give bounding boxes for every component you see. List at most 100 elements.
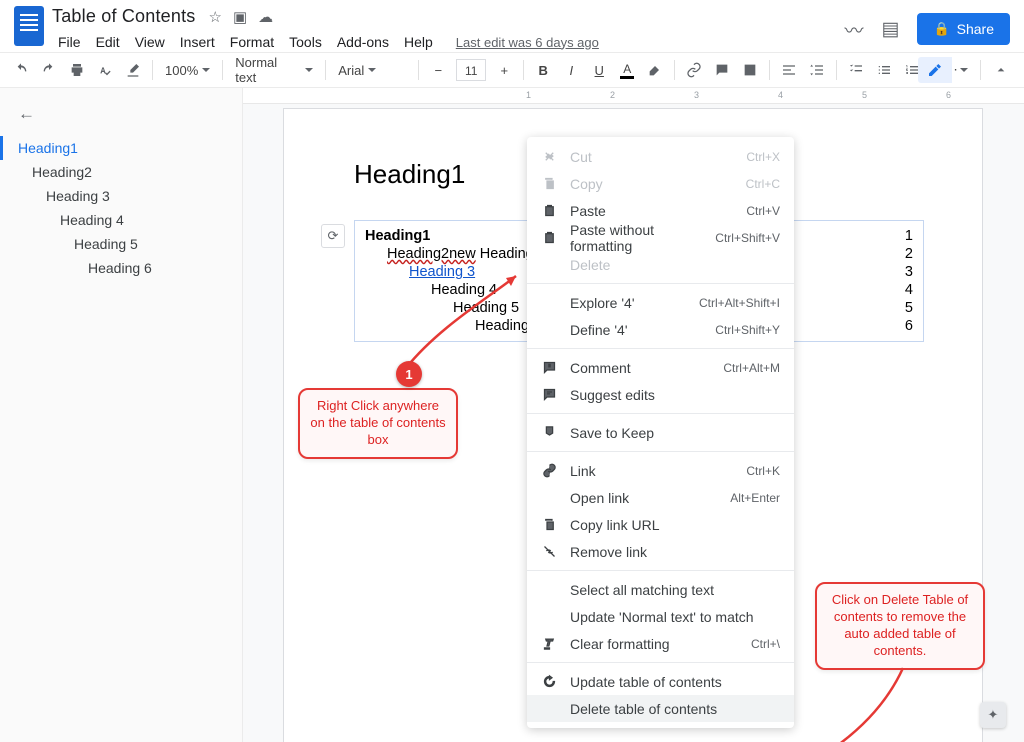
star-icon[interactable]: ☆ xyxy=(209,8,222,26)
context-menu-item[interactable]: Define '4'Ctrl+Shift+Y xyxy=(527,316,794,343)
comment-icon xyxy=(541,360,557,376)
copylink-icon xyxy=(541,517,557,533)
refresh-icon xyxy=(541,674,557,690)
toc-refresh-icon[interactable]: ⟳ xyxy=(321,224,345,248)
cut-icon xyxy=(541,149,557,165)
line-spacing-button[interactable] xyxy=(804,57,830,83)
menu-help[interactable]: Help xyxy=(398,31,439,53)
editing-mode-dropdown[interactable] xyxy=(955,57,973,83)
italic-button[interactable]: I xyxy=(558,57,584,83)
context-menu-item[interactable]: Link Ctrl+K xyxy=(527,457,794,484)
comment-history-icon[interactable]: ▤ xyxy=(882,18,900,41)
outline-item[interactable]: Heading 6 xyxy=(18,256,224,280)
font-size-increase-button[interactable]: + xyxy=(491,57,517,83)
context-menu-label: Paste xyxy=(570,203,733,219)
outline-item[interactable]: Heading 3 xyxy=(18,184,224,208)
context-menu-item[interactable]: Delete table of contents xyxy=(527,695,794,722)
font-dropdown[interactable]: Arial xyxy=(332,57,412,83)
context-menu-label: Copy link URL xyxy=(570,517,780,533)
outline-item[interactable]: Heading1 xyxy=(0,136,224,160)
lock-icon: 🔒 xyxy=(933,21,949,37)
context-menu-label: Update table of contents xyxy=(570,674,780,690)
context-menu-shortcut: Ctrl+K xyxy=(746,464,780,478)
context-menu-item[interactable]: Copy link URL xyxy=(527,511,794,538)
paragraph-style-dropdown[interactable]: Normal text xyxy=(229,57,319,83)
explore-button[interactable]: ✦ xyxy=(980,702,1006,728)
context-menu-item: Cut Ctrl+X xyxy=(527,143,794,170)
font-size-decrease-button[interactable]: − xyxy=(425,57,451,83)
document-title[interactable]: Table of Contents xyxy=(52,6,196,27)
context-menu-item[interactable]: Clear formattingCtrl+\ xyxy=(527,630,794,657)
share-button[interactable]: 🔒 Share xyxy=(917,13,1010,45)
menu-addons[interactable]: Add-ons xyxy=(331,31,395,53)
annotation-callout-2: Click on Delete Table of contents to rem… xyxy=(815,582,985,670)
menu-insert[interactable]: Insert xyxy=(174,31,221,53)
editing-mode-button[interactable] xyxy=(918,57,952,83)
context-menu-item[interactable]: Save to Keep xyxy=(527,419,794,446)
context-menu-label: Cut xyxy=(570,149,733,165)
outline-back-icon[interactable]: ← xyxy=(18,104,224,124)
ruler[interactable]: 1234567 xyxy=(243,88,1024,104)
cloud-icon[interactable]: ☁ xyxy=(258,8,273,26)
menu-tools[interactable]: Tools xyxy=(283,31,328,53)
move-icon[interactable]: ▣ xyxy=(233,8,247,26)
insert-image-button[interactable] xyxy=(737,57,763,83)
context-menu-label: Link xyxy=(570,463,733,479)
ruler-tick: 4 xyxy=(778,90,783,100)
insert-link-button[interactable] xyxy=(681,57,707,83)
context-menu-shortcut: Ctrl+\ xyxy=(751,637,780,651)
context-menu-item[interactable]: Select all matching text xyxy=(527,576,794,603)
context-menu-item[interactable]: Suggest edits xyxy=(527,381,794,408)
bullet-list-button[interactable] xyxy=(871,57,897,83)
spellcheck-button[interactable] xyxy=(92,57,118,83)
unlink-icon xyxy=(541,544,557,560)
menu-format[interactable]: Format xyxy=(224,31,280,53)
outline-item[interactable]: Heading 5 xyxy=(18,232,224,256)
outline-item[interactable]: Heading2 xyxy=(18,160,224,184)
checklist-button[interactable] xyxy=(843,57,869,83)
link-icon xyxy=(541,463,557,479)
context-menu-item[interactable]: Remove link xyxy=(527,538,794,565)
undo-button[interactable] xyxy=(8,57,34,83)
activity-icon[interactable]: 〰 xyxy=(844,16,863,43)
context-menu-item[interactable]: Update table of contents xyxy=(527,668,794,695)
context-menu-item[interactable]: PasteCtrl+V xyxy=(527,197,794,224)
docs-icon[interactable] xyxy=(14,6,44,46)
context-menu-item[interactable]: Update 'Normal text' to match xyxy=(527,603,794,630)
title-bar: Table of Contents ☆ ▣ ☁ File Edit View I… xyxy=(0,0,1024,52)
highlight-color-button[interactable] xyxy=(642,57,668,83)
toolbar: 100% Normal text Arial − 11 + B I U A ⋯ xyxy=(0,52,1024,88)
menu-file[interactable]: File xyxy=(52,31,87,53)
context-menu-label: Open link xyxy=(570,490,717,506)
align-button[interactable] xyxy=(776,57,802,83)
copy-icon xyxy=(541,176,557,192)
context-menu-label: Delete table of contents xyxy=(570,701,780,717)
menu-bar: File Edit View Insert Format Tools Add-o… xyxy=(52,31,844,53)
context-menu-label: Copy xyxy=(570,176,733,192)
context-menu-item[interactable]: Open linkAlt+Enter xyxy=(527,484,794,511)
redo-button[interactable] xyxy=(36,57,62,83)
hide-menus-button[interactable] xyxy=(988,57,1014,83)
context-menu-item[interactable]: Paste without formattingCtrl+Shift+V xyxy=(527,224,794,251)
print-button[interactable] xyxy=(64,57,90,83)
last-edit-info[interactable]: Last edit was 6 days ago xyxy=(456,35,599,50)
bold-button[interactable]: B xyxy=(530,57,556,83)
context-menu-label: Explore '4' xyxy=(570,295,686,311)
menu-view[interactable]: View xyxy=(129,31,171,53)
context-menu-shortcut: Ctrl+Alt+Shift+I xyxy=(699,296,780,310)
font-size-input[interactable]: 11 xyxy=(456,59,486,81)
context-menu-item[interactable]: CommentCtrl+Alt+M xyxy=(527,354,794,381)
paint-format-button[interactable] xyxy=(120,57,146,83)
underline-button[interactable]: U xyxy=(586,57,612,83)
text-color-button[interactable]: A xyxy=(614,57,640,83)
paste-icon xyxy=(541,203,557,219)
context-menu-shortcut: Ctrl+X xyxy=(746,150,780,164)
context-menu-item[interactable]: Explore '4' Ctrl+Alt+Shift+I xyxy=(527,289,794,316)
outline-item[interactable]: Heading 4 xyxy=(18,208,224,232)
suggest-icon xyxy=(541,387,557,403)
insert-comment-button[interactable] xyxy=(709,57,735,83)
menu-edit[interactable]: Edit xyxy=(90,31,126,53)
ruler-tick: 1 xyxy=(526,90,531,100)
annotation-callout-1: Right Click anywhere on the table of con… xyxy=(298,388,458,459)
zoom-dropdown[interactable]: 100% xyxy=(159,57,216,83)
